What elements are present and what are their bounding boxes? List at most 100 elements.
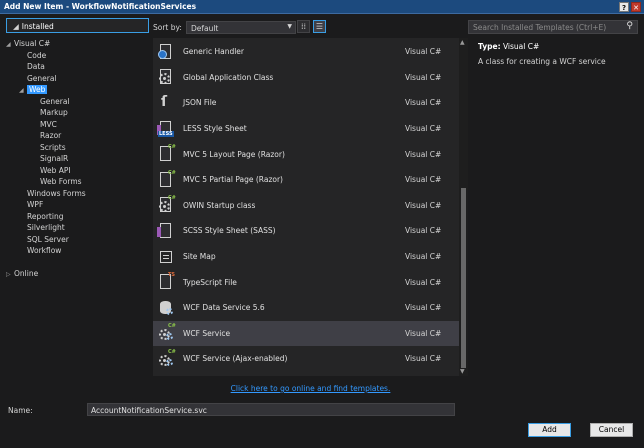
template-name: JSON File (183, 98, 217, 108)
expander-icon[interactable]: ◢ (19, 85, 27, 97)
type-value: Visual C# (502, 42, 540, 51)
tree-item[interactable]: Razor (6, 130, 149, 142)
search-icon[interactable]: ⚲ (626, 21, 633, 31)
installed-label: Installed (21, 22, 54, 31)
sort-bar: Sort by: Default ▼ (153, 20, 296, 34)
tree-item[interactable]: ▷ Online (6, 268, 149, 280)
sort-select[interactable]: Default ▼ (185, 20, 296, 34)
template-row[interactable]: Site Map Visual C# (153, 244, 459, 270)
tree-item-label: Scripts (40, 142, 66, 152)
icon-part: LESS (158, 130, 174, 137)
icon-part: TS (168, 272, 176, 279)
tree-item[interactable]: Web API (6, 165, 149, 177)
scss-stylesheet-icon (157, 222, 175, 240)
tree-item[interactable]: Data (6, 61, 149, 73)
template-row[interactable]: ſ JSON File Visual C# (153, 90, 459, 116)
template-row[interactable]: C# OWIN Startup class Visual C# (153, 193, 459, 219)
tree-item-label: Visual C# (14, 39, 51, 48)
help-button[interactable]: ? (619, 2, 629, 12)
expander-icon[interactable]: ◢ (6, 39, 14, 51)
typescript-file-icon: TS (157, 272, 176, 291)
scroll-up-icon[interactable]: ▲ (460, 39, 465, 46)
tree-item[interactable]: Silverlight (6, 222, 149, 234)
online-templates-link[interactable]: Click here to go online and find templat… (153, 384, 468, 393)
wcf-service-icon: C# (157, 323, 176, 342)
tree-item-label: WPF (27, 200, 44, 209)
tree-item-label: Windows Forms (27, 188, 86, 198)
template-name: WCF Service (Ajax-enabled) (183, 354, 288, 364)
scroll-down-icon[interactable]: ▼ (460, 368, 465, 375)
template-list-scrollbar[interactable]: ▲ ▼ (459, 38, 468, 376)
expander-icon[interactable]: ▷ (6, 269, 14, 281)
tree-item[interactable]: General (6, 73, 149, 85)
template-name: SCSS Style Sheet (SASS) (183, 226, 276, 236)
template-name: LESS Style Sheet (183, 124, 247, 134)
template-list: Generic Handler Visual C# Global Applicati… (153, 38, 459, 376)
tree-item-label: Workflow (27, 246, 62, 255)
list-view-button[interactable]: ☰ (313, 20, 326, 33)
chevron-down-icon: ▼ (287, 22, 292, 30)
json-file-icon: ſ (157, 94, 175, 112)
search-placeholder: Search Installed Templates (Ctrl+E) (473, 23, 607, 32)
wcf-data-service-icon (157, 299, 175, 317)
template-row[interactable]: C# WCF Service (Ajax-enabled) Visual C# (153, 346, 459, 372)
collapse-arrow-icon: ◢ (13, 22, 19, 31)
close-button[interactable]: ✕ (631, 2, 641, 12)
tree-item-label: Razor (40, 131, 62, 140)
tree-item[interactable]: SignalR (6, 153, 149, 165)
icon-part (160, 222, 171, 238)
tree-item[interactable]: Web Forms (6, 176, 149, 188)
details-panel: Type: Visual C# A class for creating a W… (478, 42, 638, 66)
description: A class for creating a WCF service (478, 57, 606, 66)
tree-item[interactable]: WPF (6, 199, 149, 211)
icon-part: C# (168, 169, 176, 176)
tree-item[interactable]: Workflow (6, 245, 149, 257)
title-bar: Add New Item - WorkflowNotificationServi… (0, 0, 644, 14)
category-tree: ◢ Visual C# Code Data General ◢ Web General Mark… (6, 38, 149, 280)
global-application-class-icon (157, 68, 175, 86)
installed-header[interactable]: ◢ Installed (6, 18, 149, 33)
tree-item-label: Web Forms (40, 177, 82, 186)
icon-part (158, 49, 167, 59)
template-row[interactable]: TS TypeScript File Visual C# (153, 269, 459, 295)
icon-part (166, 358, 173, 366)
site-map-icon (157, 248, 175, 266)
template-row[interactable]: WCF Data Service 5.6 Visual C# (153, 295, 459, 321)
cancel-button[interactable]: Cancel (590, 423, 633, 437)
tree-item[interactable]: MVC (6, 119, 149, 131)
window-title: Add New Item - WorkflowNotificationServi… (4, 2, 197, 11)
template-name: Global Application Class (183, 72, 274, 82)
template-row[interactable]: LESS LESS Style Sheet Visual C# (153, 116, 459, 142)
scroll-thumb[interactable] (461, 188, 466, 368)
small-icons-view-button[interactable]: ⁞⁞ (297, 20, 310, 33)
template-row[interactable]: Generic Handler Visual C# (153, 39, 459, 65)
list-icon: ☰ (315, 22, 324, 31)
tree-item[interactable]: Windows Forms (6, 188, 149, 200)
template-language: Visual C# (405, 72, 442, 82)
tree-item[interactable]: Markup (6, 107, 149, 119)
template-row[interactable]: C# MVC 5 Layout Page (Razor) Visual C# (153, 141, 459, 167)
template-row[interactable]: C# MVC 5 Partial Page (Razor) Visual C# (153, 167, 459, 193)
tree-item[interactable]: SQL Server (6, 234, 149, 246)
tree-item[interactable]: Scripts (6, 142, 149, 154)
tree-item[interactable]: ◢ Web (6, 84, 149, 96)
template-name: MVC 5 Layout Page (Razor) (183, 149, 285, 159)
name-label: Name: (8, 406, 33, 415)
sort-value: Default (190, 23, 219, 33)
tree-item-label: SQL Server (27, 234, 69, 244)
icon-part: ſ (161, 93, 168, 110)
name-field[interactable]: AccountNotificationService.svc (87, 403, 455, 416)
tree-item[interactable]: Code (6, 50, 149, 62)
tree-item-label: Code (27, 50, 47, 60)
tree-item[interactable]: Reporting (6, 211, 149, 223)
tree-item[interactable]: General (6, 96, 149, 108)
search-box[interactable]: Search Installed Templates (Ctrl+E) ⚲ (468, 20, 638, 34)
template-row[interactable]: C# WCF Service Visual C# (153, 320, 459, 347)
template-row[interactable]: SCSS Style Sheet (SASS) Visual C# (153, 218, 459, 244)
tree-item-label: Data (27, 62, 45, 71)
add-button[interactable]: Add (528, 423, 571, 437)
template-row[interactable]: Global Application Class Visual C# (153, 65, 459, 91)
template-language: Visual C# (405, 354, 442, 364)
template-name: WCF Service (183, 328, 231, 338)
tree-item[interactable]: ◢ Visual C# (6, 38, 149, 50)
